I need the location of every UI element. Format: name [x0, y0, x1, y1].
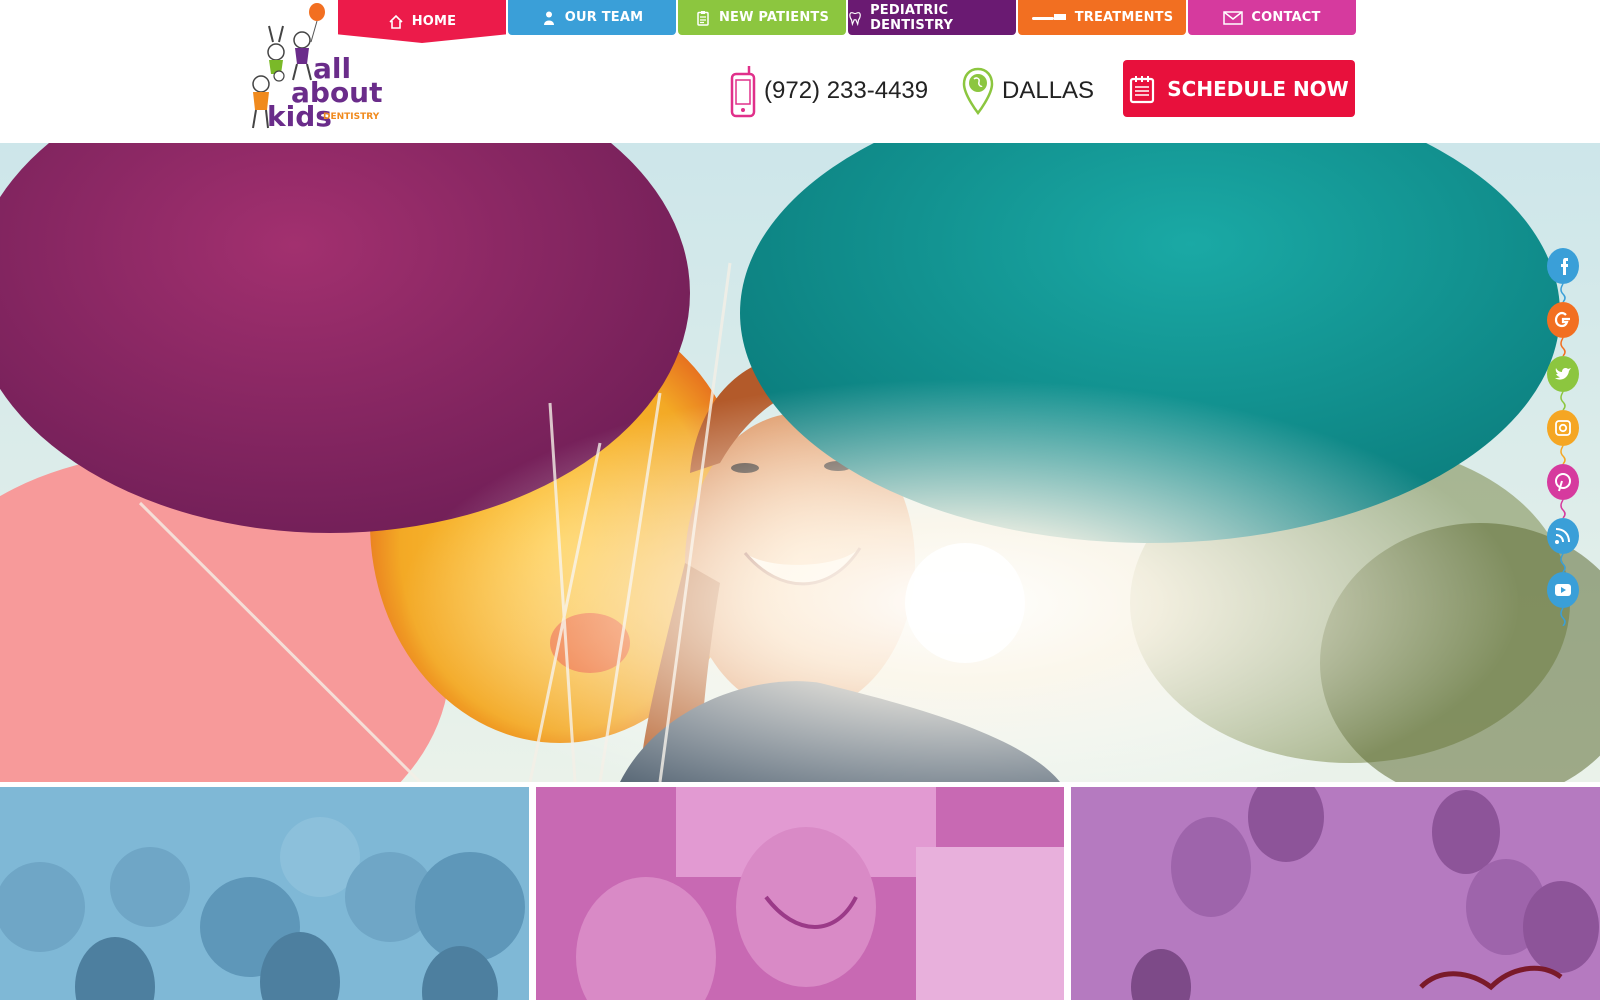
tile-pink[interactable] — [535, 787, 1065, 1000]
calendar-icon — [1130, 75, 1155, 103]
nav-contact[interactable]: CONTACT — [1188, 0, 1356, 35]
youtube-icon — [1547, 572, 1579, 627]
mobile-phone-icon — [730, 66, 756, 118]
map-pin-icon — [962, 67, 994, 115]
schedule-now-label: SCHEDULE NOW — [1167, 76, 1349, 101]
hero-balloons-girl-photo — [0, 143, 1600, 782]
nav-pediatric-dentistry-label: PEDIATRIC DENTISTRY — [870, 2, 954, 33]
header-phone[interactable]: (972) 233-4439 — [730, 64, 928, 118]
hero-image — [0, 143, 1600, 782]
toothbrush-icon — [1031, 13, 1066, 20]
rss-link[interactable] — [1546, 518, 1580, 573]
tile-purple-photo — [1131, 787, 1600, 1000]
instagram-link[interactable] — [1546, 410, 1580, 465]
feature-tiles — [0, 787, 1600, 1000]
nav-new-patients[interactable]: NEW PATIENTS — [678, 0, 846, 35]
tile-blue-photo — [0, 817, 525, 1000]
nav-contact-label: CONTACT — [1251, 10, 1321, 25]
nav-new-patients-label: NEW PATIENTS — [718, 10, 830, 25]
header-location[interactable]: DALLAS — [962, 66, 1094, 116]
pinterest-icon — [1547, 464, 1579, 519]
nav-our-team-label: OUR TEAM — [564, 10, 644, 25]
site-header: all about kids DENTISTRY HOME OUR TEAM N… — [0, 0, 1600, 143]
schedule-now-button[interactable]: SCHEDULE NOW — [1123, 60, 1355, 117]
main-nav: HOME OUR TEAM NEW PATIENTS PEDIATRIC DEN… — [338, 0, 1356, 43]
clipboard-icon — [697, 10, 709, 26]
nav-pediatric-dentistry[interactable]: PEDIATRIC DENTISTRY — [848, 0, 1016, 35]
tooth-icon — [849, 11, 861, 26]
tile-blue[interactable] — [0, 787, 529, 1000]
social-sidebar — [1546, 248, 1580, 627]
instagram-icon — [1547, 410, 1579, 465]
person-icon — [543, 11, 554, 25]
location-label: DALLAS — [1002, 77, 1095, 104]
mail-icon — [1223, 10, 1244, 25]
phone-number[interactable]: (972) 233-4439 — [764, 77, 928, 105]
tile-pink-photo — [575, 787, 1065, 1000]
google-icon — [1547, 302, 1579, 357]
facebook-icon — [1547, 248, 1579, 303]
twitter-link[interactable] — [1546, 356, 1580, 411]
tile-purple[interactable] — [1071, 787, 1600, 1000]
pinterest-link[interactable] — [1546, 464, 1580, 519]
nav-home[interactable]: HOME — [338, 0, 506, 43]
youtube-link[interactable] — [1546, 572, 1580, 627]
nav-treatments[interactable]: TREATMENTS — [1018, 0, 1186, 35]
nav-home-label: HOME — [411, 14, 457, 29]
logo-tag: DENTISTRY — [323, 112, 380, 122]
google-link[interactable] — [1546, 302, 1580, 357]
twitter-icon — [1547, 356, 1579, 411]
nav-our-team[interactable]: OUR TEAM — [508, 0, 676, 35]
rss-icon — [1547, 518, 1579, 573]
facebook-link[interactable] — [1546, 248, 1580, 303]
nav-treatments-label: TREATMENTS — [1074, 10, 1174, 25]
home-icon — [389, 14, 403, 29]
